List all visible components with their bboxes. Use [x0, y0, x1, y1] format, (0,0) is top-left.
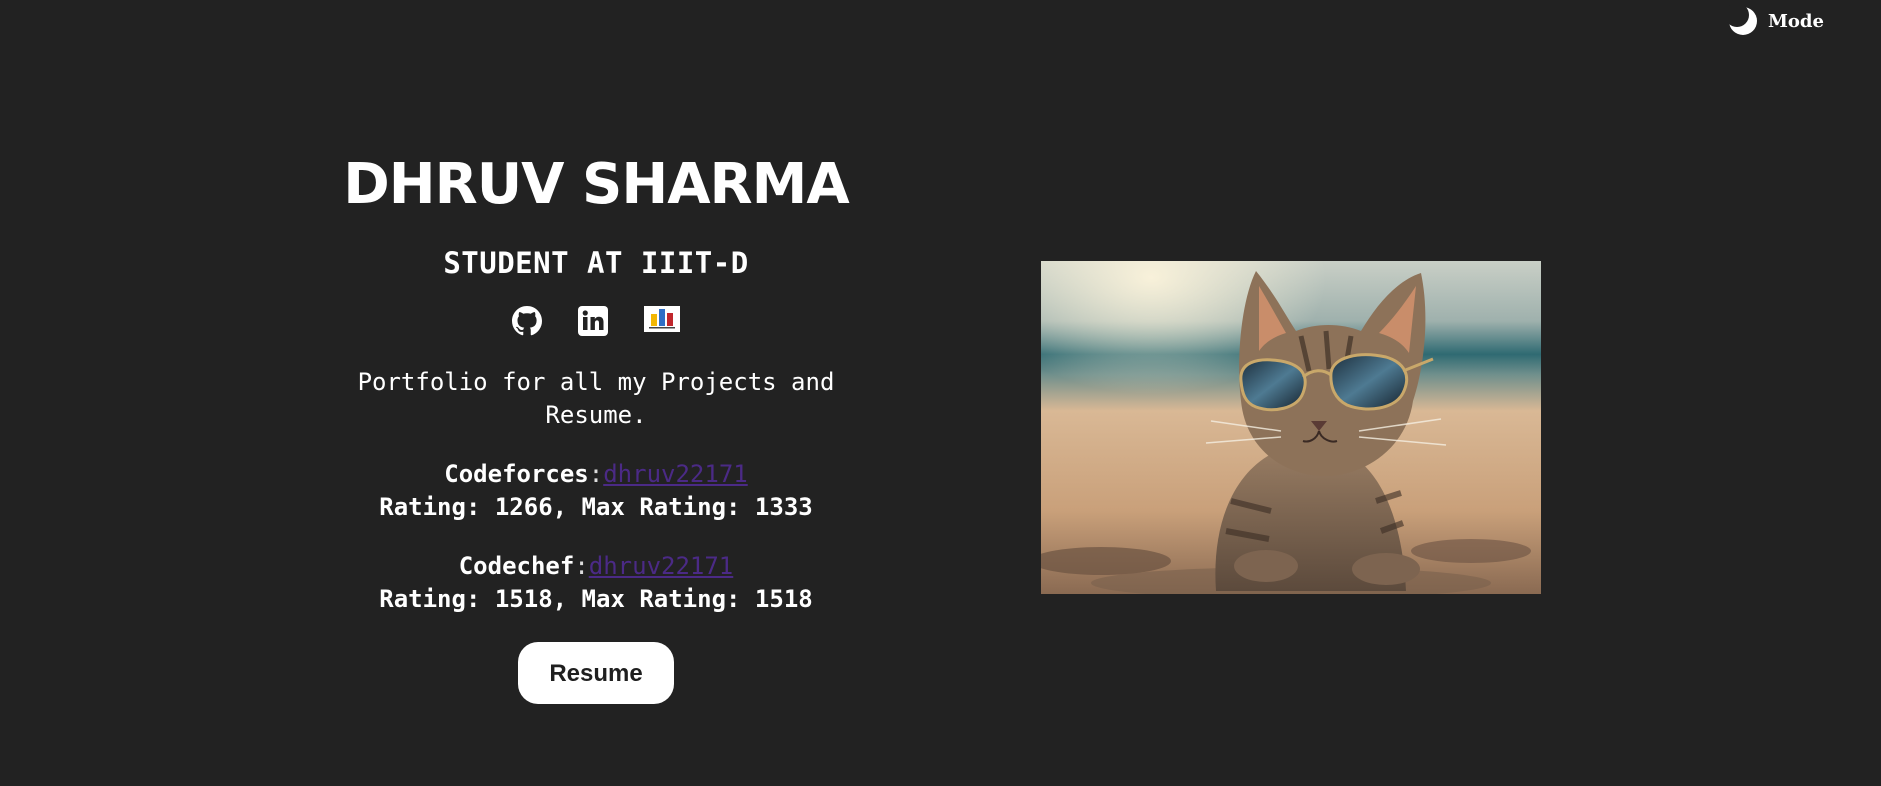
- hero-image: [1041, 261, 1541, 594]
- linkedin-icon: [578, 306, 608, 336]
- codechef-label: Codechef: [458, 552, 575, 580]
- bar-chart-icon: [644, 306, 680, 332]
- codechef-separator: :: [574, 552, 589, 580]
- codeforces-handle-link[interactable]: dhruv22171: [603, 460, 748, 488]
- github-icon: [512, 306, 542, 336]
- codeforces-label: Codeforces: [444, 460, 589, 488]
- codeforces-rating: Rating: 1266, Max Rating: 1333: [379, 493, 813, 521]
- profile-name: DHRUV SHARMA: [343, 152, 850, 217]
- profile-section: DHRUV SHARMA STUDENT AT IIIT-D Portfolio…: [296, 150, 896, 704]
- codechef-stat: Codechef:dhruv22171 Rating: 1518, Max Ra…: [296, 550, 896, 616]
- mode-toggle[interactable]: Mode: [1726, 4, 1824, 38]
- resume-button[interactable]: Resume: [518, 642, 674, 704]
- profile-role: STUDENT AT IIIT-D: [443, 246, 749, 280]
- linkedin-link[interactable]: [578, 306, 608, 341]
- portfolio-page: Mode DHRUV SHARMA STUDENT AT IIIT-D Port…: [0, 0, 1881, 786]
- profile-description: Portfolio for all my Projects and Resume…: [357, 368, 835, 429]
- stats-link[interactable]: [644, 306, 680, 337]
- codechef-handle-link[interactable]: dhruv22171: [589, 552, 734, 580]
- cat-with-sunglasses-illustration: [1041, 261, 1541, 594]
- github-link[interactable]: [512, 306, 542, 341]
- moon-icon: [1726, 4, 1757, 35]
- codeforces-separator: :: [588, 460, 604, 488]
- codechef-rating: Rating: 1518, Max Rating: 1518: [379, 585, 813, 613]
- mode-label: Mode: [1768, 10, 1824, 32]
- social-links: [296, 306, 896, 342]
- codeforces-stat: Codeforces:dhruv22171 Rating: 1266, Max …: [296, 458, 896, 524]
